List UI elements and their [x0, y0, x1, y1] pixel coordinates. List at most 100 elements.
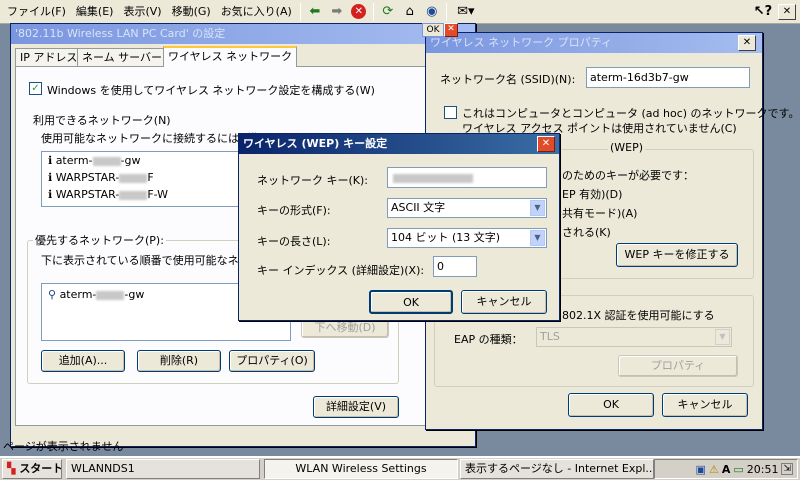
key-provided-label: される(K) [562, 226, 611, 239]
tab-ip-address[interactable]: IP アドレス [15, 48, 83, 66]
menu-go[interactable]: 移動(G) [167, 2, 216, 22]
toolbar-separator [372, 2, 374, 21]
stop-icon[interactable]: ✕ [349, 2, 369, 22]
wep-key-dialog: ワイヤレス (WEP) キー設定 ✕ ネットワーク キー(K): キーの形式(F… [238, 133, 560, 321]
wifi-icon: ⚲ [48, 288, 57, 301]
ok-button[interactable]: OK [568, 393, 654, 417]
back-icon[interactable]: ⬅ [305, 2, 325, 22]
menu-edit[interactable]: 編集(E) [71, 2, 119, 22]
available-networks-list[interactable]: ℹ aterm- -gw ℹ WARPSTAR- F ℹ WARPSTAR- F-W [41, 151, 251, 207]
tab-label: ネーム サーバー [82, 51, 163, 64]
input-method-icon[interactable]: A [722, 463, 731, 476]
taskbar-item-wlan-settings[interactable]: WLAN Wireless Settings [264, 459, 458, 479]
tab-wireless-network[interactable]: ワイヤレス ネットワーク [163, 46, 298, 67]
remove-button[interactable]: 削除(R) [137, 350, 221, 372]
taskbar: ▚ スタート WLANNDS1 WLAN Wireless Settings 表… [0, 456, 800, 480]
redacted-mark [119, 173, 148, 183]
wifi-icon: ℹ [48, 154, 53, 167]
advanced-button[interactable]: 詳細設定(V) [313, 396, 399, 418]
key-length-label: キーの長さ(L): [257, 235, 331, 248]
network-name-prefix: aterm- [55, 154, 93, 167]
status-text: ページが表示されません [3, 440, 124, 453]
help-icon[interactable]: ↖? [751, 2, 775, 22]
redacted-mark [92, 156, 121, 166]
network-name-suffix: F-W [147, 188, 169, 201]
wep-group-label: (WEP) [608, 141, 646, 154]
adhoc-label: これはコンピュータとコンピュータ (ad hoc) のネットワークです。 [462, 107, 800, 120]
available-networks-hint: 使用可能なネットワークに接続するには [構 [41, 132, 258, 145]
home-icon[interactable]: ⌂ [400, 2, 420, 22]
menu-bar: ファイル(F) 編集(E) 表示(V) 移動(G) お気に入り(A) ⬅ ➡ ✕… [0, 0, 800, 24]
preferred-networks-label: 優先するネットワーク(P): [33, 232, 166, 248]
key-index-label: キー インデックス (詳細設定)(X): [257, 264, 425, 277]
properties-window-title: ワイヤレス ネットワーク プロパティ [426, 33, 762, 53]
eap-properties-button[interactable]: プロパティ [618, 355, 738, 377]
taskbar-item-internet-explorer[interactable]: 表示するページなし - Internet Expl... [460, 459, 654, 479]
start-label: スタート [19, 462, 62, 475]
chevron-down-icon[interactable]: ▼ [530, 230, 545, 246]
eap-type-label: EAP の種類： [454, 333, 523, 346]
warning-icon[interactable]: ⚠ [709, 463, 719, 476]
system-tray: ▣ ⚠ A ▭ 20:51 ⇲ [654, 459, 798, 479]
toolbar-separator [299, 2, 301, 21]
chevron-down-icon[interactable]: ▼ [530, 200, 545, 216]
card-window-title: '802.11b Wireless LAN PC Card' の設定 [11, 24, 475, 44]
key-format-select[interactable]: ASCII 文字 ▼ [387, 198, 547, 218]
eap-type-select[interactable]: TLS ▼ [536, 327, 732, 347]
network-key-input[interactable] [387, 167, 547, 188]
wifi-icon: ℹ [48, 171, 53, 184]
edit-wep-key-button[interactable]: WEP キーを修正する [616, 243, 738, 267]
menu-view[interactable]: 表示(V) [118, 2, 166, 22]
properties-button[interactable]: プロパティ(O) [229, 350, 315, 372]
available-networks-label: 利用できるネットワーク(N) [33, 114, 171, 127]
ok-label: OK [426, 25, 440, 35]
taskbar-item-wlannds1[interactable]: WLANNDS1 [66, 459, 260, 479]
menu-file[interactable]: ファイル(F) [2, 2, 71, 22]
start-button[interactable]: ▚ スタート [2, 459, 62, 479]
preferred-networks-hint: 下に表示されている順番で使用可能なネ [41, 254, 239, 267]
network-name-suffix: -gw [124, 288, 145, 301]
favorites-icon[interactable]: ✉▾ [451, 2, 481, 22]
adhoc-checkbox[interactable] [444, 106, 457, 119]
wep-dialog-title: ワイヤレス (WEP) キー設定 [239, 134, 559, 154]
chevron-down-icon: ▼ [715, 329, 730, 345]
close-icon[interactable]: ✕ [537, 136, 555, 152]
key-index-input[interactable]: 0 [433, 256, 477, 277]
ok-button[interactable]: OK [369, 290, 453, 314]
cancel-button[interactable]: キャンセル [461, 290, 547, 314]
clock: 20:51 [746, 462, 779, 476]
forward-icon[interactable]: ➡ [327, 2, 347, 22]
close-icon[interactable]: ✕ [444, 23, 458, 37]
tab-name-server[interactable]: ネーム サーバー [77, 48, 168, 66]
ok-title-button[interactable]: OK [422, 23, 444, 37]
wifi-icon: ℹ [48, 188, 53, 201]
network-name-prefix: WARPSTAR- [55, 188, 120, 201]
resize-grip-icon[interactable]: ⇲ [781, 463, 793, 475]
key-format-value: ASCII 文字 [391, 201, 446, 214]
battery-icon[interactable]: ▭ [733, 463, 743, 476]
shared-mode-label: 共有モード)(A) [562, 207, 638, 220]
close-icon[interactable]: ✕ [738, 35, 756, 51]
move-down-button[interactable]: 下へ移動(D) [301, 318, 389, 338]
cancel-button[interactable]: キャンセル [662, 393, 748, 417]
menu-favorites[interactable]: お気に入り(A) [216, 2, 297, 22]
key-needed-label: のためのキーが必要です： [562, 169, 694, 182]
key-length-select[interactable]: 104 ビット (13 文字) ▼ [387, 228, 547, 248]
network-icon[interactable]: ▣ [696, 463, 706, 476]
list-item[interactable]: ℹ WARPSTAR- F-W [42, 186, 250, 203]
refresh-icon[interactable]: ⟳ [378, 2, 398, 22]
close-icon[interactable]: ✕ [778, 3, 796, 20]
list-item[interactable]: ℹ WARPSTAR- F [42, 169, 250, 186]
use-windows-checkbox[interactable]: ✓ [29, 82, 42, 95]
network-key-label: ネットワーク キー(K): [257, 174, 368, 187]
search-icon[interactable]: ◉ [422, 2, 442, 22]
enable-8021x-label: 802.1X 認証を使用可能にする [562, 309, 715, 322]
tab-label: IP アドレス [20, 51, 78, 64]
redacted-mark [393, 173, 473, 183]
add-button[interactable]: 追加(A)... [41, 350, 125, 372]
redacted-mark [96, 290, 125, 300]
list-item[interactable]: ℹ aterm- -gw [42, 152, 250, 169]
ssid-input[interactable]: aterm-16d3b7-gw [586, 67, 750, 88]
tab-label: ワイヤレス ネットワーク [168, 50, 293, 63]
ssid-label: ネットワーク名 (SSID)(N): [440, 73, 576, 86]
